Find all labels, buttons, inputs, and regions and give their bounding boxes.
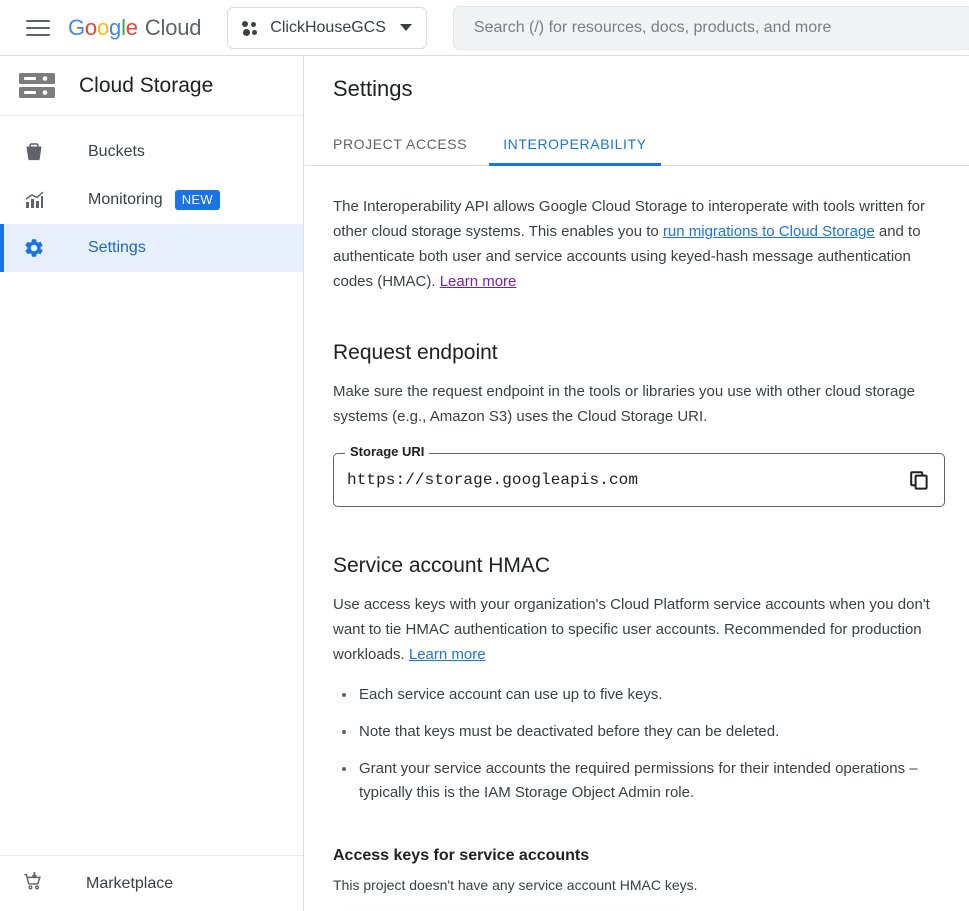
storage-uri-label: Storage URI — [345, 445, 429, 458]
cloud-wordmark: Cloud — [145, 15, 201, 41]
sidebar-item-label: Buckets — [88, 143, 145, 161]
hmac-bullet-list: Each service account can use up to five … — [333, 683, 945, 805]
gear-icon — [22, 236, 46, 260]
shopping-cart-icon — [22, 870, 44, 897]
sidebar-item-settings[interactable]: Settings — [0, 224, 303, 272]
monitoring-chart-icon — [22, 188, 46, 212]
sidebar-product-title: Cloud Storage — [79, 74, 213, 98]
google-cloud-logo[interactable]: Google Cloud — [68, 15, 201, 41]
sidebar-nav-list: Buckets Monitoring NEW Setting — [0, 116, 303, 272]
chevron-down-icon — [400, 24, 412, 31]
sidebar-item-marketplace[interactable]: Marketplace — [0, 855, 303, 911]
hamburger-bar — [26, 34, 50, 36]
tab-interoperability[interactable]: INTEROPERABILITY — [489, 122, 660, 165]
sidebar: Cloud Storage Buckets M — [0, 56, 304, 911]
sidebar-item-buckets[interactable]: Buckets — [0, 128, 303, 176]
copy-icon[interactable] — [897, 458, 941, 502]
main-content: Settings PROJECT ACCESS INTEROPERABILITY… — [305, 56, 969, 911]
sidebar-product-header: Cloud Storage — [0, 56, 303, 116]
google-wordmark: Google — [68, 15, 138, 41]
project-selector[interactable]: ClickHouseGCS — [227, 7, 427, 49]
search-input[interactable] — [472, 18, 954, 38]
project-icon — [242, 20, 260, 36]
page-title: Settings — [305, 56, 969, 102]
search-box[interactable] — [453, 6, 969, 50]
request-endpoint-description: Make sure the request endpoint in the to… — [333, 379, 931, 429]
hmac-learn-more-link[interactable]: Learn more — [409, 646, 486, 663]
storage-uri-field[interactable]: Storage URI — [333, 453, 945, 507]
cloud-storage-icon — [18, 71, 56, 101]
sidebar-item-monitoring[interactable]: Monitoring NEW — [0, 176, 303, 224]
bucket-icon — [22, 140, 46, 164]
top-app-bar: Google Cloud ClickHouseGCS — [0, 0, 969, 56]
intro-learn-more-link[interactable]: Learn more — [440, 273, 517, 290]
request-endpoint-heading: Request endpoint — [333, 341, 969, 365]
service-account-hmac-description: Use access keys with your organization's… — [333, 592, 931, 667]
list-item: Each service account can use up to five … — [333, 683, 945, 707]
hamburger-bar — [26, 20, 50, 22]
new-badge: NEW — [175, 190, 220, 210]
project-name-label: ClickHouseGCS — [270, 19, 386, 37]
access-keys-empty-text: This project doesn't have any service ac… — [333, 877, 969, 893]
hamburger-menu-icon[interactable] — [26, 16, 50, 40]
run-migrations-link[interactable]: run migrations to Cloud Storage — [663, 223, 875, 240]
hamburger-bar — [26, 27, 50, 29]
sidebar-item-label: Settings — [88, 239, 146, 257]
settings-tabs: PROJECT ACCESS INTEROPERABILITY — [305, 122, 969, 166]
service-account-hmac-heading: Service account HMAC — [333, 554, 969, 578]
access-keys-heading: Access keys for service accounts — [333, 847, 969, 865]
tab-project-access[interactable]: PROJECT ACCESS — [333, 122, 489, 165]
intro-paragraph: The Interoperability API allows Google C… — [333, 194, 931, 294]
sidebar-item-label: Monitoring — [88, 191, 163, 209]
interoperability-panel: The Interoperability API allows Google C… — [305, 166, 969, 911]
list-item: Grant your service accounts the required… — [333, 757, 945, 805]
sidebar-item-label: Marketplace — [86, 875, 173, 893]
storage-uri-input[interactable] — [334, 470, 897, 490]
list-item: Note that keys must be deactivated befor… — [333, 720, 945, 744]
